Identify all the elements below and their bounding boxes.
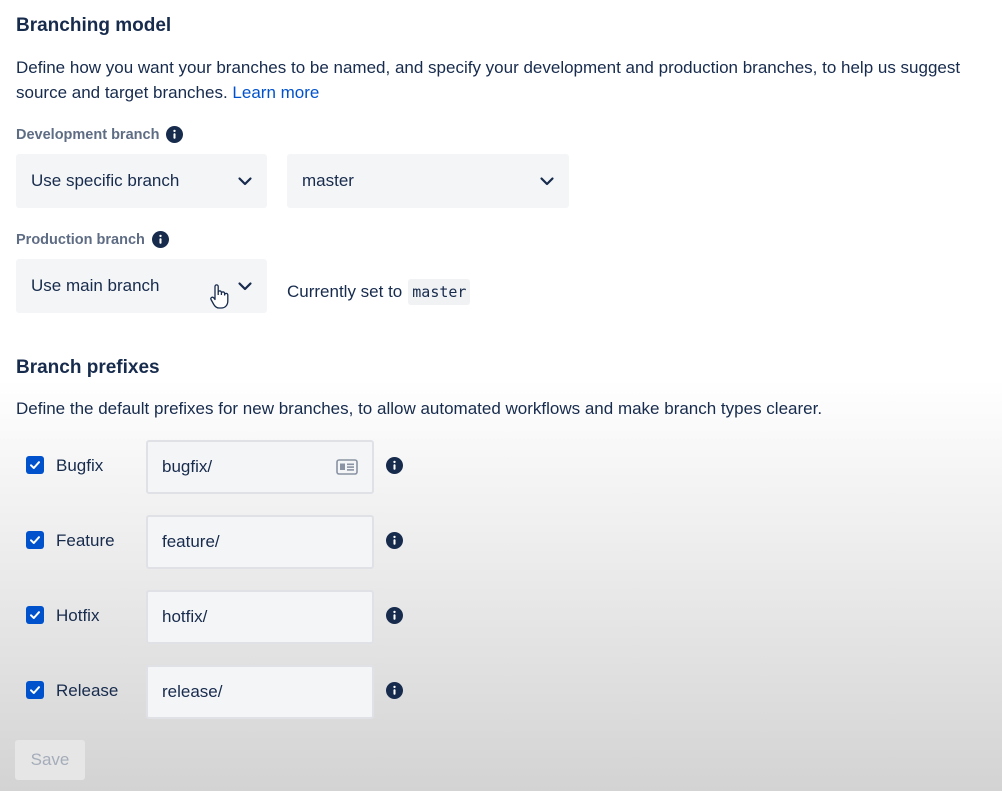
hotfix-prefix-input[interactable]: hotfix/ [146, 590, 374, 644]
currently-set-text: Currently set to [287, 282, 403, 301]
bugfix-prefix-input[interactable]: bugfix/ [146, 440, 374, 494]
hotfix-row [26, 606, 44, 624]
release-prefix-input[interactable]: release/ [146, 665, 374, 719]
branching-model-description: Define how you want your branches to be … [16, 55, 1001, 105]
learn-more-link[interactable]: Learn more [232, 83, 319, 102]
release-label: Release [56, 681, 119, 700]
production-branch-label: Production branch [16, 231, 169, 248]
info-icon[interactable] [386, 682, 403, 699]
save-button[interactable]: Save [15, 740, 85, 780]
bugfix-row [26, 456, 44, 474]
bugfix-label: Bugfix [56, 456, 104, 475]
release-checkbox[interactable] [26, 681, 44, 699]
branch-prefixes-description: Define the default prefixes for new bran… [16, 399, 823, 418]
check-icon [30, 686, 40, 694]
bugfix-checkbox[interactable] [26, 456, 44, 474]
contact-card-icon [336, 459, 358, 475]
release-prefix-value: release/ [162, 682, 223, 701]
check-icon [30, 461, 40, 469]
hand-cursor-icon [210, 284, 229, 309]
development-branch-mode-select[interactable]: Use specific branch [16, 154, 267, 208]
release-row [26, 681, 44, 699]
info-icon[interactable] [386, 457, 403, 474]
feature-prefix-value: feature/ [162, 532, 220, 551]
production-branch-current: Currently set to master [287, 279, 471, 305]
development-branch-label-text: Development branch [16, 126, 160, 143]
hotfix-label: Hotfix [56, 606, 100, 625]
info-icon[interactable] [386, 607, 403, 624]
hotfix-prefix-value: hotfix/ [162, 607, 208, 626]
branch-prefixes-heading: Branch prefixes [16, 357, 160, 378]
check-icon [30, 611, 40, 619]
info-icon[interactable] [166, 126, 184, 143]
production-branch-label-text: Production branch [16, 231, 145, 248]
branching-model-description-text: Define how you want your branches to be … [16, 58, 961, 102]
bugfix-prefix-value: bugfix/ [162, 457, 213, 476]
development-branch-select[interactable]: master [287, 154, 569, 208]
branching-model-heading: Branching model [16, 15, 172, 36]
info-icon[interactable] [386, 532, 403, 549]
development-branch-value: master [302, 171, 354, 190]
feature-row [26, 531, 44, 549]
development-branch-label: Development branch [16, 126, 184, 143]
currently-set-branch-code: master [408, 279, 471, 305]
chevron-down-icon [238, 177, 252, 186]
chevron-down-icon [238, 282, 252, 291]
hotfix-checkbox[interactable] [26, 606, 44, 624]
check-icon [30, 536, 40, 544]
feature-prefix-input[interactable]: feature/ [146, 515, 374, 569]
chevron-down-icon [540, 177, 554, 186]
production-branch-mode-value: Use main branch [31, 276, 160, 295]
development-branch-mode-value: Use specific branch [31, 171, 180, 190]
feature-label: Feature [56, 531, 115, 550]
feature-checkbox[interactable] [26, 531, 44, 549]
info-icon[interactable] [151, 231, 169, 248]
